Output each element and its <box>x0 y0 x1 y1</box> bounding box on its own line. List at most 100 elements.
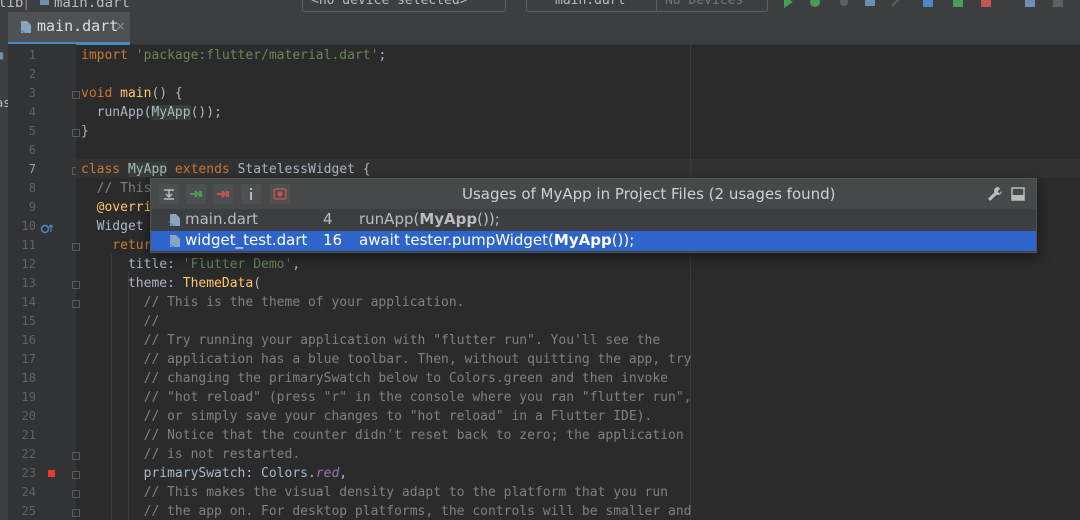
line-number: 12 <box>21 257 36 271</box>
code-token: } <box>81 124 89 139</box>
code-token: class <box>81 162 128 177</box>
code-token: ThemeData <box>182 276 254 291</box>
hot-reload-icon[interactable] <box>890 0 902 8</box>
line-number: 23 <box>21 466 36 480</box>
line-number: 18 <box>21 371 36 385</box>
usage-code-context: await tester.pumpWidget(MyApp()); <box>359 231 634 249</box>
usages-popup-header: Usages of MyApp in Project Files (2 usag… <box>151 179 1036 209</box>
code-token: red <box>315 466 340 481</box>
devices-selector[interactable]: No Devices <box>656 0 768 12</box>
dart-file-icon <box>168 214 180 226</box>
merge-usages-button[interactable] <box>159 184 179 204</box>
line-number: 5 <box>28 124 36 138</box>
code-line: // or simply save your changes to "hot r… <box>81 407 653 426</box>
code-token: 'package:flutter/material.dart' <box>135 48 379 63</box>
code-editor[interactable]: import 'package:flutter/material.dart'; … <box>76 44 1080 520</box>
usages-popup-title: Usages of MyApp in Project Files (2 usag… <box>462 185 836 203</box>
dart-file-icon <box>19 21 31 33</box>
editor-gutter[interactable]: 1 2 3 4 5 6 7 8 9 10 11 12 13 14 15 16 17 18 19 20 21 22 23 24 2… <box>8 44 80 520</box>
line-number: 17 <box>21 352 36 366</box>
code-token: main <box>120 86 152 101</box>
usage-context-after: ()); <box>611 231 635 249</box>
code-token: title: <box>81 257 183 272</box>
code-line: // This <box>81 179 152 198</box>
line-number: 11 <box>21 238 36 252</box>
imports-icon <box>273 188 287 200</box>
code-token: // This is the theme of your application… <box>81 295 465 310</box>
code-line: // Try running your application with "fl… <box>81 331 661 350</box>
sdk-manager-icon[interactable] <box>1024 0 1036 8</box>
debug-icon[interactable] <box>809 0 821 8</box>
line-number: 16 <box>21 333 36 347</box>
line-number: 20 <box>21 409 36 423</box>
show-imports-button[interactable] <box>270 184 290 204</box>
right-margin-guide <box>690 44 691 520</box>
code-token: void <box>81 86 121 101</box>
search-everywhere-icon[interactable] <box>1052 0 1064 8</box>
line-number: 3 <box>28 86 36 100</box>
show-read-access-button[interactable] <box>186 184 206 204</box>
code-token: runApp( <box>81 105 152 120</box>
settings-wrench-icon[interactable] <box>987 186 1003 202</box>
usage-row[interactable]: widget_test.dart 16 await tester.pumpWidge… <box>151 231 1036 251</box>
code-line: // application has a blue toolbar. Then,… <box>81 350 692 369</box>
usage-row[interactable]: main.dart 4 runApp(MyApp()); <box>151 210 1036 230</box>
line-number: 1 <box>28 48 36 62</box>
line-number: 4 <box>28 105 36 119</box>
show-info-button[interactable] <box>241 184 261 204</box>
line-number: 21 <box>21 428 36 442</box>
line-number: 2 <box>28 67 36 81</box>
code-line: void main() { <box>81 84 183 103</box>
usage-match: MyApp <box>553 231 612 249</box>
code-token: // the app on. For desktop platforms, th… <box>81 504 692 519</box>
code-line: // "hot reload" (press "r" in the consol… <box>81 388 692 407</box>
line-number: 24 <box>21 485 36 499</box>
device-selector[interactable]: <no device selected> <box>302 0 506 12</box>
project-panel-edge[interactable]: ■ as <box>0 44 8 520</box>
dart-file-icon <box>168 235 180 247</box>
code-token: @overri <box>81 200 152 215</box>
code-token: // is not restarted. <box>81 447 301 462</box>
code-token: ; <box>378 48 395 63</box>
breadcrumb-file[interactable]: main.dart <box>54 0 130 11</box>
write-access-icon <box>217 190 229 198</box>
open-in-find-window-icon[interactable] <box>1011 187 1025 201</box>
line-number: 7 <box>28 162 36 176</box>
breadcrumb-dir[interactable]: lib <box>0 0 23 11</box>
code-token: import <box>81 48 136 63</box>
code-line: primarySwatch: Colors.red, <box>81 464 348 483</box>
code-line: // Notice that the counter didn't reset … <box>81 426 684 445</box>
line-number: 25 <box>21 504 36 518</box>
code-token: Widget <box>81 219 152 234</box>
dart-file-icon <box>40 0 49 5</box>
run-config-selector[interactable]: main.dart <box>526 0 668 12</box>
code-line: // changing the primarySwatch below to C… <box>81 369 668 388</box>
code-token: primarySwatch: Colors. <box>81 466 316 481</box>
usage-file-name: main.dart <box>185 210 259 228</box>
code-line: title: 'Flutter Demo', <box>81 255 300 274</box>
override-method-icon[interactable] <box>40 220 54 234</box>
code-token: ()); <box>190 105 222 120</box>
attach-icon[interactable] <box>838 0 850 8</box>
build-icon[interactable] <box>922 0 934 8</box>
stop-icon[interactable] <box>980 0 992 8</box>
color-swatch-icon[interactable] <box>48 470 55 477</box>
tab-main-dart[interactable]: main.dart × <box>8 12 130 45</box>
code-token: // <box>81 314 160 329</box>
code-token: // or simply save your changes to "hot r… <box>81 409 653 424</box>
coverage-icon[interactable] <box>952 0 964 8</box>
close-tab-icon[interactable]: × <box>116 17 125 35</box>
run-icon[interactable] <box>782 0 794 8</box>
code-line: // the app on. For desktop platforms, th… <box>81 502 692 520</box>
merge-icon <box>164 189 174 200</box>
code-line: } <box>81 122 89 141</box>
show-write-access-button[interactable] <box>213 184 233 204</box>
usage-context-after: ()); <box>477 210 500 228</box>
profile-icon[interactable] <box>864 0 876 8</box>
code-token: // "hot reload" (press "r" in the consol… <box>81 390 692 405</box>
find-usages-popup[interactable]: Usages of MyApp in Project Files (2 usag… <box>150 178 1037 253</box>
code-token: 'Flutter Demo' <box>182 257 293 272</box>
usage-match: MyApp <box>419 210 478 228</box>
pin-icon: ■ <box>0 48 3 62</box>
code-token: ( <box>253 276 262 291</box>
